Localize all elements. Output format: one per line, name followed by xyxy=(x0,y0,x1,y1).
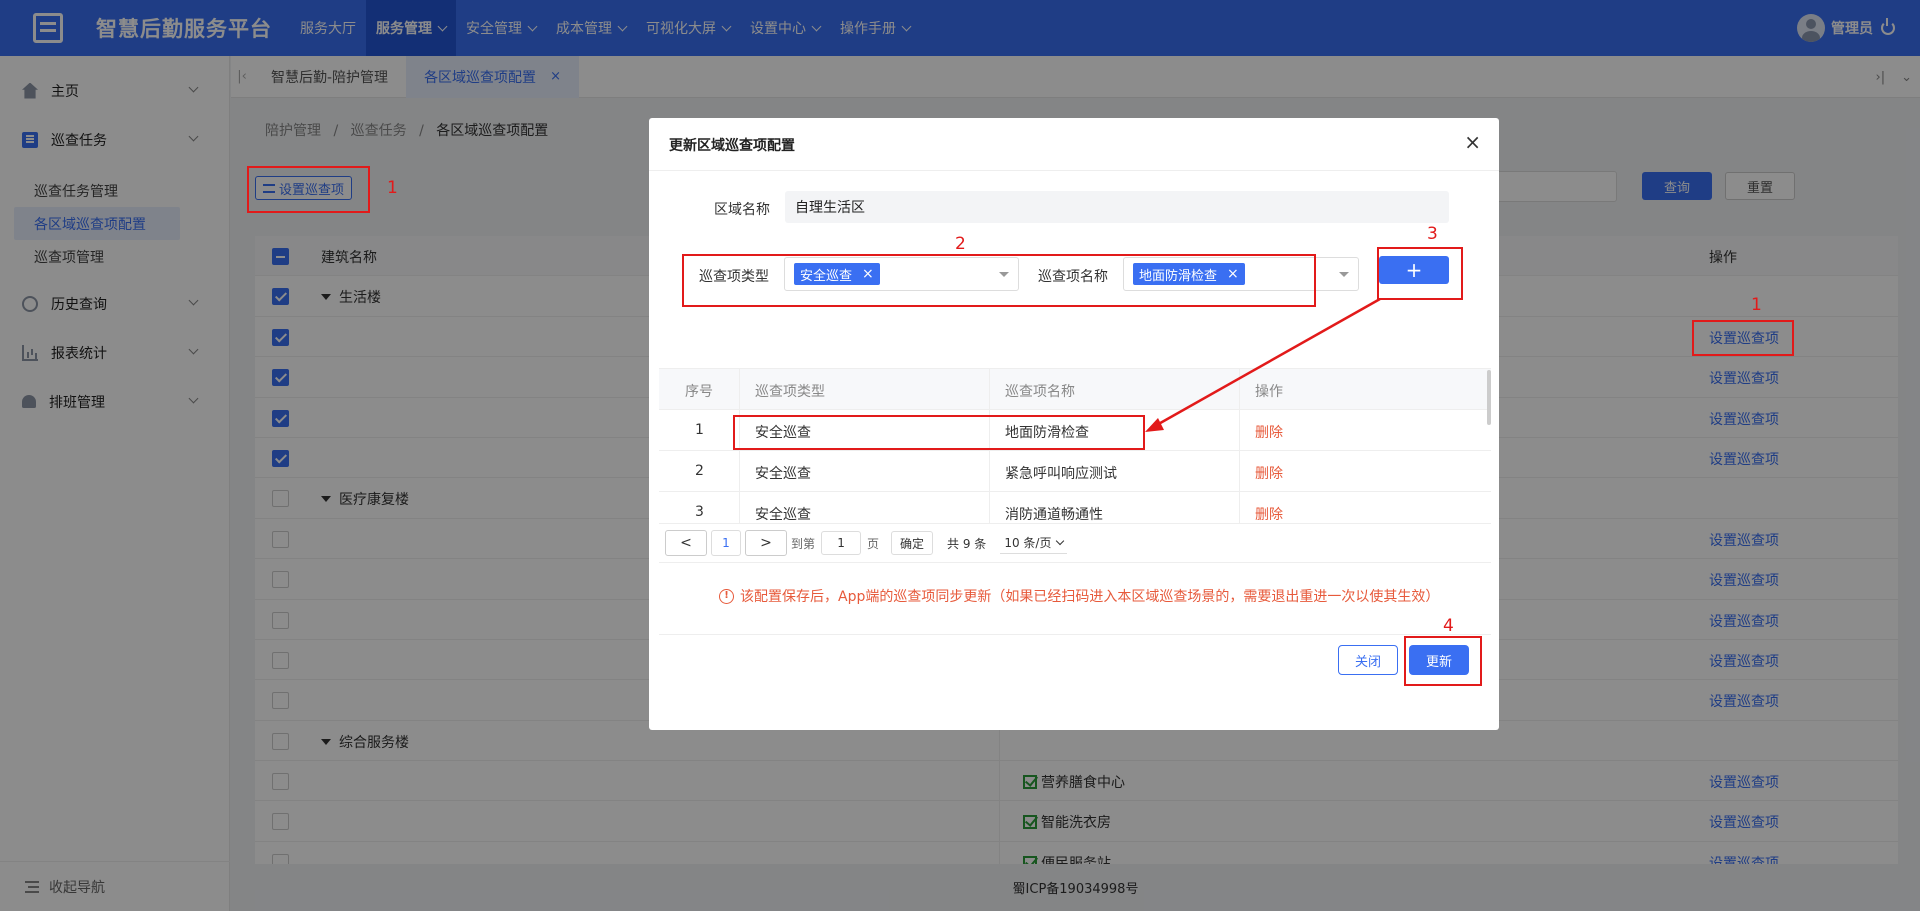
annotation-arrow-head xyxy=(1145,418,1164,432)
annotation-arrow-line xyxy=(1154,297,1381,428)
annotation-arrow xyxy=(1145,297,1381,432)
